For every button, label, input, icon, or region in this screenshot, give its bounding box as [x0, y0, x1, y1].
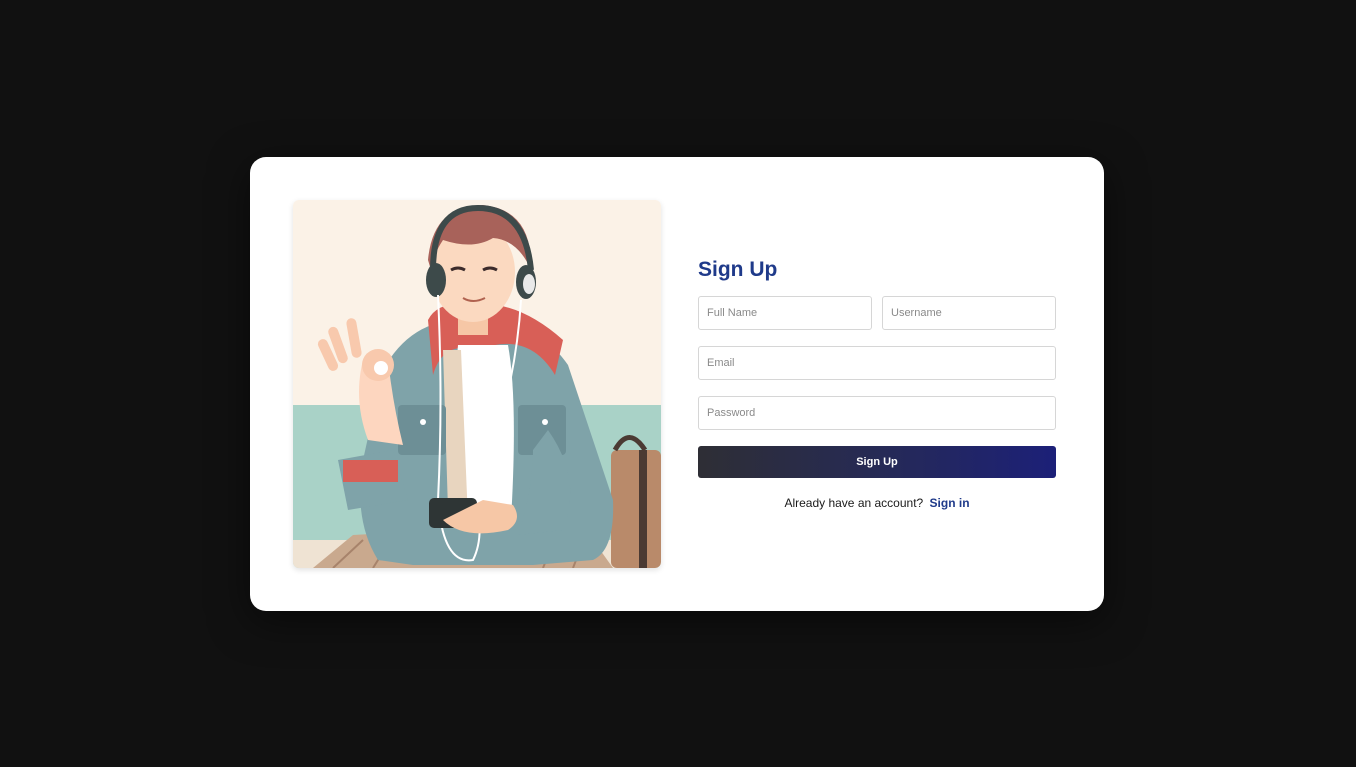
person-with-headphones-illustration — [293, 200, 661, 568]
sign-up-button[interactable]: Sign Up — [698, 446, 1056, 478]
name-row — [698, 296, 1056, 330]
footer-text: Already have an account? — [784, 496, 924, 510]
sign-in-link[interactable]: Sign in — [930, 496, 970, 510]
full-name-input[interactable] — [698, 296, 872, 330]
signup-card: Sign Up Sign Up Already have an account?… — [250, 157, 1104, 611]
form-title: Sign Up — [698, 258, 778, 281]
signup-illustration — [293, 200, 661, 568]
signup-form: Sign Up Sign Up Already have an account?… — [698, 255, 1056, 510]
password-input[interactable] — [698, 396, 1056, 430]
signin-prompt: Already have an account? Sign in — [698, 496, 1056, 510]
email-input[interactable] — [698, 346, 1056, 380]
page-background: Sign Up Sign Up Already have an account?… — [0, 0, 1356, 767]
password-row — [698, 396, 1056, 430]
email-row — [698, 346, 1056, 380]
username-input[interactable] — [882, 296, 1056, 330]
